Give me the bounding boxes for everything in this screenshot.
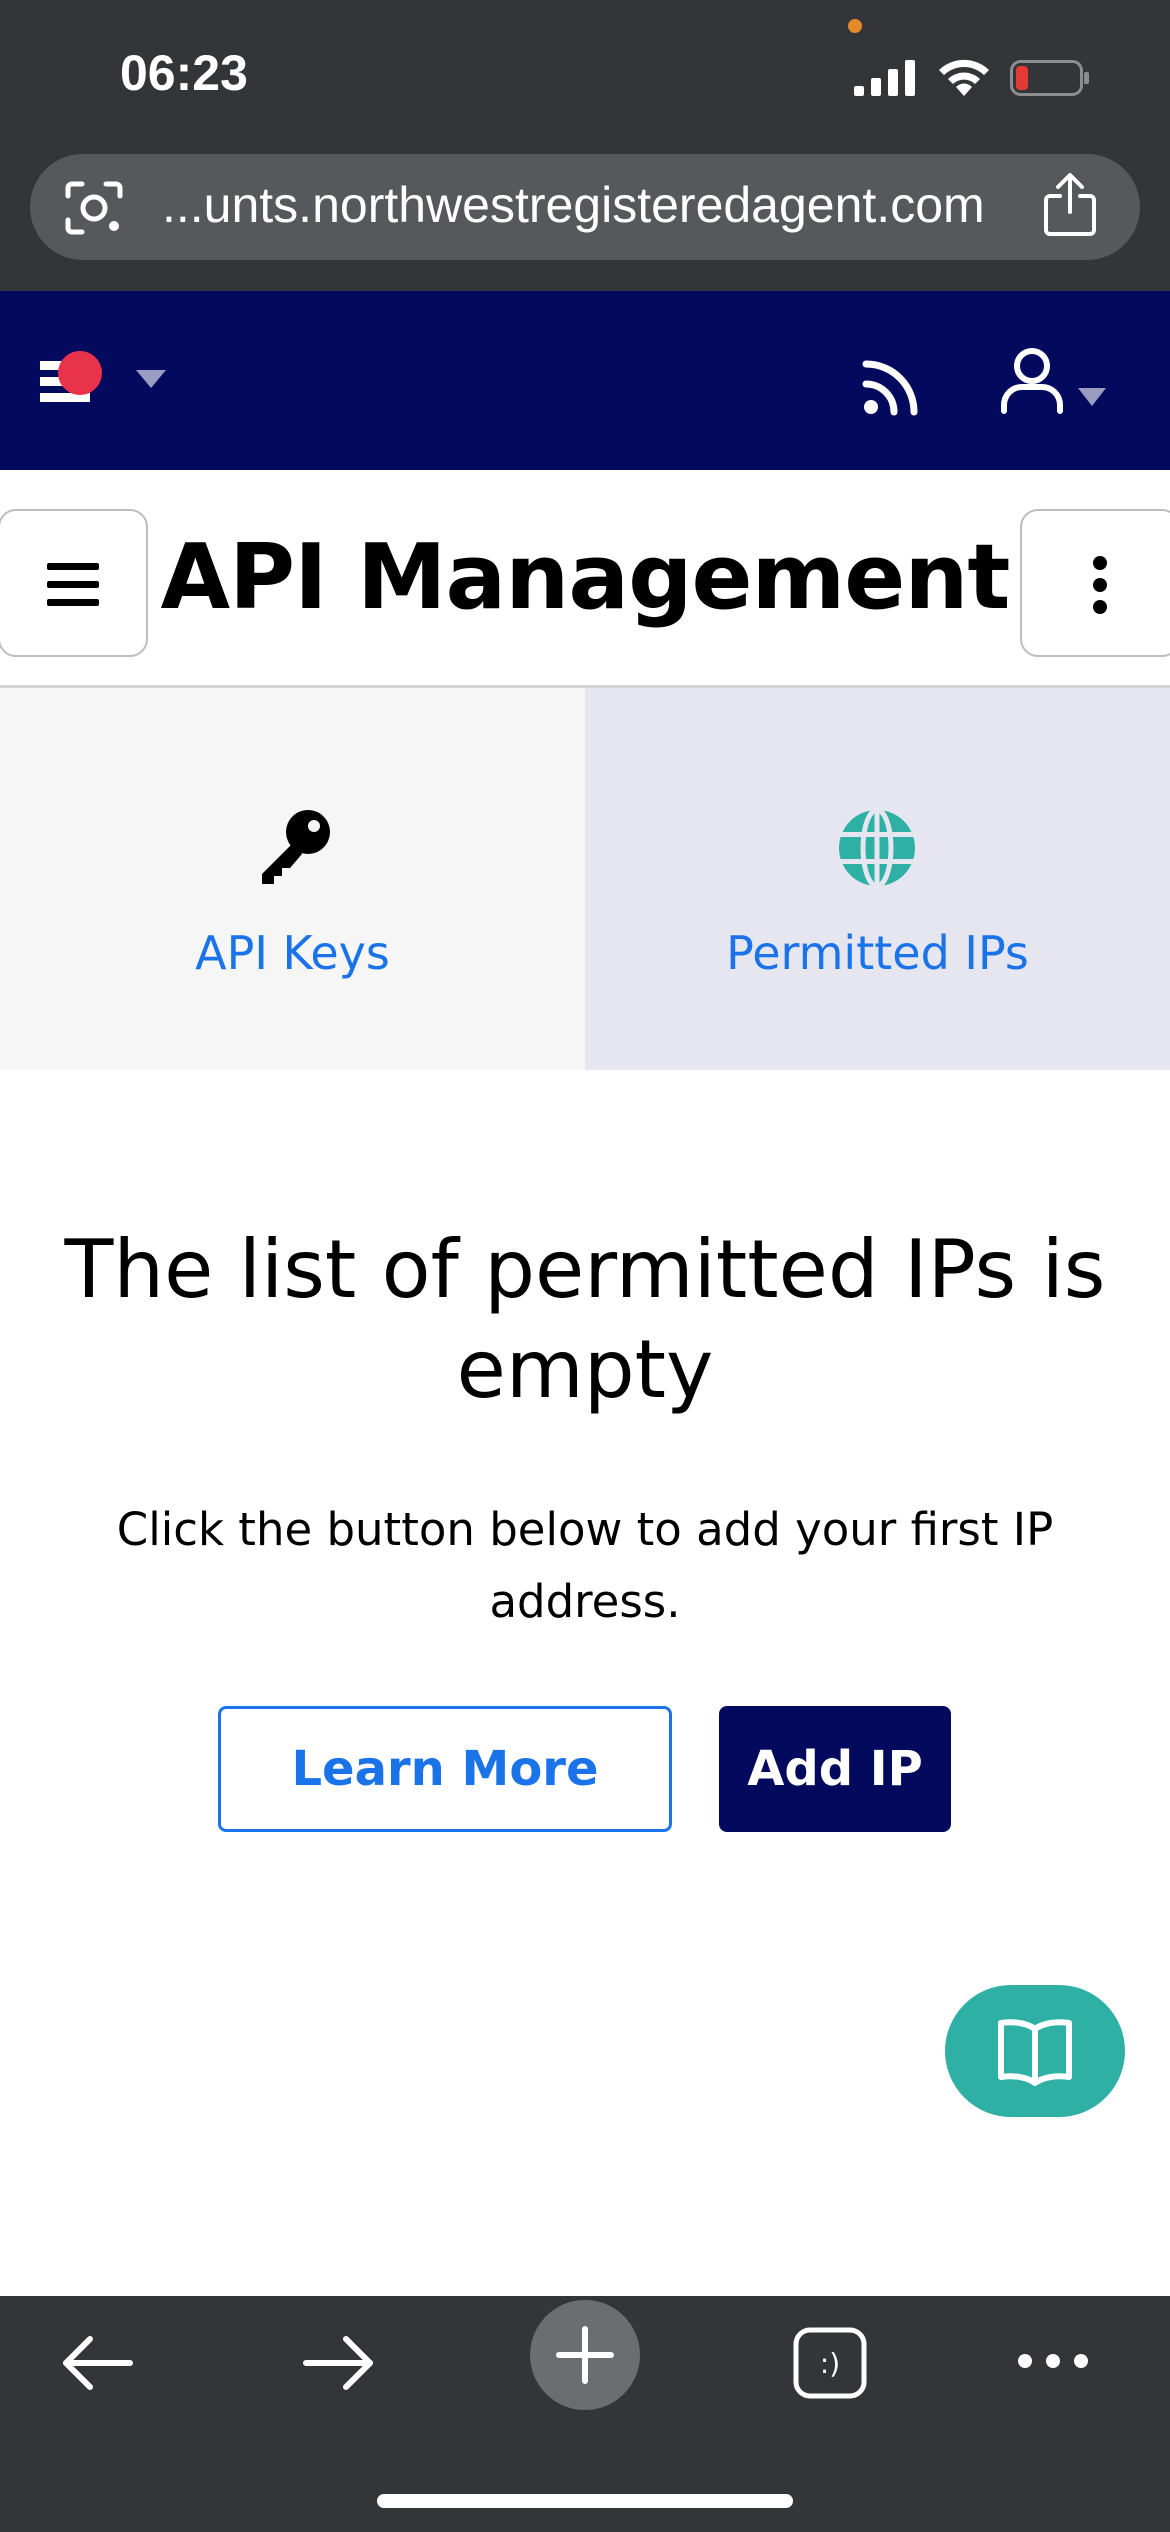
tab-label: Permitted IPs — [726, 926, 1029, 980]
battery-icon — [1010, 60, 1089, 96]
key-icon — [262, 810, 330, 884]
empty-state-title: The list of permitted IPs is empty — [64, 1223, 1106, 1416]
back-arrow-icon[interactable] — [60, 2330, 134, 2396]
learn-more-button[interactable]: Learn More — [218, 1706, 672, 1832]
globe-icon — [839, 807, 915, 889]
caret-down-icon[interactable] — [1078, 388, 1106, 406]
flag-icon[interactable] — [38, 347, 108, 409]
kebab-icon — [1093, 556, 1107, 614]
caret-down-icon[interactable] — [136, 370, 166, 388]
wifi-icon — [939, 59, 989, 96]
url-text[interactable]: ...unts.northwestregisteredagent.com — [162, 176, 1022, 234]
menu-button[interactable] — [0, 509, 148, 657]
home-indicator[interactable] — [377, 2494, 793, 2508]
rss-icon[interactable] — [862, 356, 922, 416]
page-title: API Management — [160, 525, 1011, 630]
app-top-nav — [0, 291, 1170, 470]
tab-api-keys[interactable]: API Keys — [0, 688, 585, 1070]
new-tab-button[interactable] — [530, 2300, 640, 2410]
add-ip-button[interactable]: Add IP — [719, 1706, 951, 1832]
share-icon[interactable] — [1042, 172, 1098, 238]
user-icon[interactable] — [1000, 347, 1064, 415]
forward-arrow-icon[interactable] — [302, 2330, 376, 2396]
options-button[interactable] — [1020, 509, 1170, 657]
tabs-badge: :) — [820, 2347, 840, 2380]
empty-state-subtitle: Click the button below to add your first… — [116, 1503, 1054, 1628]
tab-label: API Keys — [195, 926, 390, 980]
hamburger-icon — [47, 563, 99, 606]
book-icon — [998, 2019, 1072, 2086]
camera-indicator-dot — [848, 19, 862, 33]
tab-permitted-ips[interactable]: Permitted IPs — [585, 688, 1170, 1070]
status-time: 06:23 — [120, 45, 248, 101]
tabs-icon[interactable]: :) — [792, 2326, 868, 2400]
plus-icon — [556, 2326, 614, 2384]
help-fab-button[interactable] — [945, 1985, 1125, 2117]
signal-icon — [854, 60, 915, 96]
lens-icon[interactable] — [64, 180, 124, 236]
more-icon[interactable] — [1016, 2346, 1090, 2376]
